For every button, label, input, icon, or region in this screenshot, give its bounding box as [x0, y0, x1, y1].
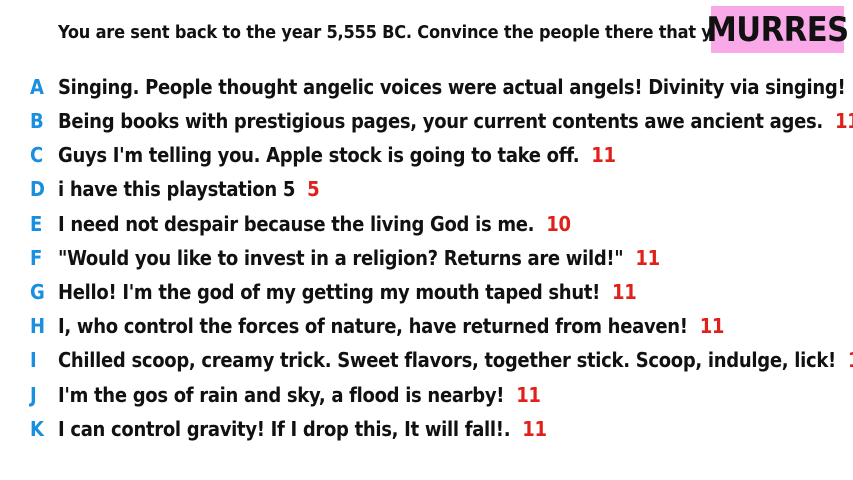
- answer-score: 11: [699, 314, 725, 338]
- answer-score: 11: [591, 143, 616, 167]
- answer-letter: G: [30, 280, 45, 304]
- answer-text: I, who control the forces of nature, hav…: [58, 314, 688, 338]
- answer-letter: A: [30, 75, 44, 99]
- answer-score: 11: [516, 383, 541, 407]
- answer-text: I'm the gos of rain and sky, a flood is …: [58, 383, 505, 407]
- answer-score: 11: [612, 280, 637, 304]
- answer-score: 10: [546, 212, 571, 236]
- player-badge: MURRES: [706, 6, 849, 53]
- answer-letter: J: [30, 383, 37, 407]
- prompt-text: You are sent back to the year 5,555 BC. …: [58, 22, 819, 43]
- answer-letter: K: [30, 417, 44, 441]
- answer-text: Guys I'm telling you. Apple stock is goi…: [58, 143, 580, 167]
- answer-score: 11: [635, 246, 660, 270]
- answer-text: "Would you like to invest in a religion?…: [58, 246, 624, 270]
- answer-letter: F: [30, 246, 43, 270]
- answer-score: 5: [307, 177, 320, 201]
- answer-text: Chilled scoop, creamy trick. Sweet flavo…: [58, 348, 836, 372]
- answer-text: Hello! I'm the god of my getting my mout…: [58, 280, 601, 304]
- answer-text: I can control gravity! If I drop this, I…: [58, 417, 511, 441]
- answer-letter: E: [30, 212, 43, 236]
- answer-letter: I: [30, 348, 37, 372]
- answer-text: Singing. People thought angelic voices w…: [58, 75, 846, 99]
- answer-text: I need not despair because the living Go…: [58, 212, 535, 236]
- answer-text: i have this playstation 5: [58, 177, 296, 201]
- answer-score: 11: [522, 417, 547, 441]
- answer-text: Being books with prestigious pages, your…: [58, 109, 823, 133]
- answer-letter: H: [30, 314, 46, 338]
- player-name: MURRES: [706, 9, 849, 50]
- answer-letter: C: [30, 143, 44, 167]
- answer-letter: D: [30, 177, 45, 201]
- answer-score: 11: [834, 109, 853, 133]
- answer-score: 11: [848, 348, 853, 372]
- answer-letter: B: [30, 109, 44, 133]
